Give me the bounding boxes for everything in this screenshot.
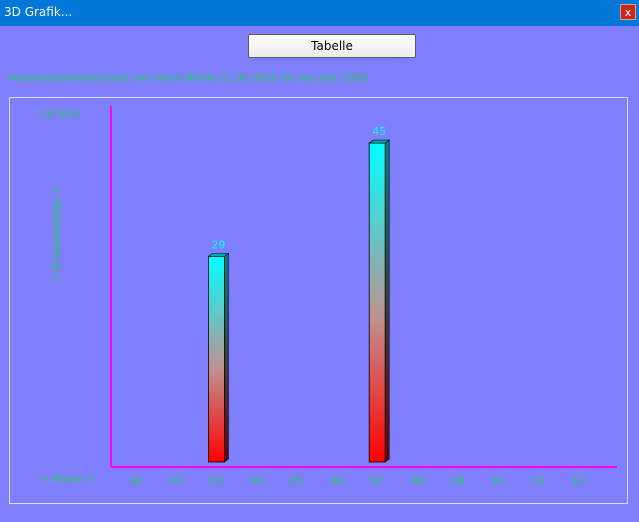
bar-top: [207, 253, 230, 257]
y-axis-label: < Einheitenfolge >: [52, 186, 63, 281]
bar-chart: 10.20 € < Einheitenfolge > < Monat > 29 4…: [40, 106, 617, 487]
bar: [368, 142, 386, 463]
x-tick-label: 08: [411, 476, 424, 487]
x-tick-label: 02: [170, 476, 183, 487]
x-tick-label: 04: [250, 476, 263, 487]
bar: [207, 256, 225, 463]
x-tick-label: 05: [290, 476, 303, 487]
x-axis-label: < Monat >: [40, 474, 94, 485]
x-tick-label: 12: [572, 476, 585, 487]
x-tick-label: 07: [371, 476, 384, 487]
x-tick-label: 03: [210, 476, 223, 487]
bar-side: [384, 139, 390, 463]
bar-side: [224, 252, 229, 463]
x-tick-label: 11: [532, 476, 545, 487]
x-tick-label: 10: [491, 476, 504, 487]
x-tick-label: 09: [451, 476, 464, 487]
x-tick-label: 01: [130, 476, 143, 487]
bar-value-label: 45: [372, 125, 386, 138]
x-tick-label: 06: [331, 476, 344, 487]
bar-value-label: 29: [211, 238, 225, 251]
y-axis-max-label: 10.20 €: [42, 109, 80, 120]
bar-top: [368, 139, 391, 144]
